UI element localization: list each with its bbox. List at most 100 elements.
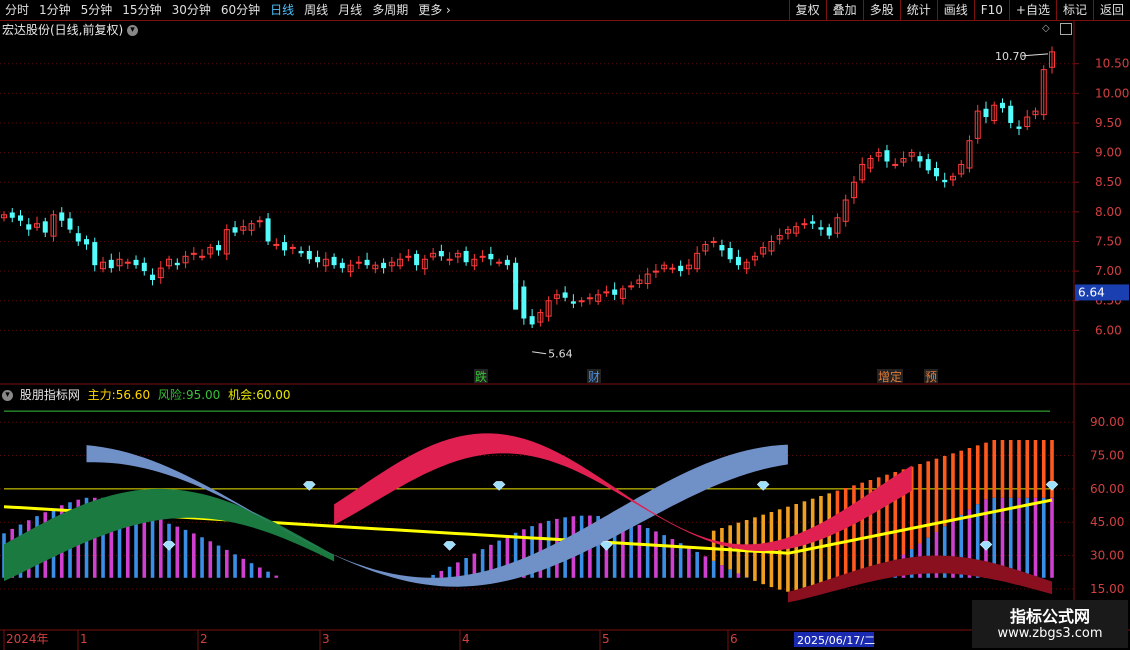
histogram-bar	[43, 512, 48, 578]
time-label: 2	[200, 632, 208, 646]
candle-body	[669, 267, 676, 270]
candle-body	[1008, 105, 1014, 123]
settings-circle-icon[interactable]: ▾	[2, 390, 13, 401]
histogram-bar-overlay	[959, 450, 964, 515]
histogram-bar-overlay	[934, 458, 939, 532]
indicator-tick-label: 75.00	[1090, 449, 1124, 463]
candle-body	[784, 229, 791, 234]
panel-toggle-icon[interactable]	[1060, 23, 1072, 35]
histogram-bar	[249, 563, 254, 578]
histogram-bar	[266, 571, 270, 578]
histogram-bar-overlay	[860, 482, 865, 578]
diamond-icon	[162, 541, 176, 551]
toolbar-button-4[interactable]: 画线	[936, 0, 974, 20]
histogram-bar	[959, 514, 964, 578]
candle-body	[768, 240, 775, 252]
period-tab-3[interactable]: 15分钟	[117, 0, 166, 20]
candle-body	[685, 264, 692, 270]
period-tab-9[interactable]: 多周期	[367, 0, 413, 20]
candle-body	[578, 300, 585, 303]
histogram-bar-overlay	[901, 469, 906, 555]
candle-body	[884, 150, 890, 162]
candle-body	[751, 255, 758, 261]
candle-body	[974, 110, 981, 139]
candle-body	[166, 258, 173, 267]
toolbar-button-0[interactable]: 复权	[788, 0, 826, 20]
price-tick-label: 10.00	[1095, 86, 1129, 100]
candle-body	[273, 243, 280, 246]
candle-body	[471, 258, 478, 267]
candle-body	[818, 227, 824, 230]
candle-body	[586, 297, 593, 300]
period-tab-5[interactable]: 60分钟	[216, 0, 265, 20]
histogram-bar	[670, 539, 675, 578]
diamond-icon	[443, 541, 456, 551]
candle-body	[315, 256, 321, 263]
histogram-bar-overlay	[984, 442, 988, 500]
candle-body	[875, 152, 882, 157]
period-tab-1[interactable]: 1分钟	[34, 0, 76, 20]
indicator-tick-label: 90.00	[1090, 415, 1124, 429]
candle-body	[67, 218, 73, 230]
indicator-tick-label: 45.00	[1090, 515, 1124, 529]
histogram-bar	[621, 520, 625, 578]
candle-body	[513, 280, 519, 310]
histogram-bar	[984, 499, 988, 578]
period-tab-7[interactable]: 周线	[299, 0, 333, 20]
histogram-bar	[505, 536, 510, 578]
histogram-bar	[612, 518, 617, 578]
toolbar-button-2[interactable]: 多股	[862, 0, 900, 20]
toolbar-button-5[interactable]: F10	[973, 0, 1009, 20]
price-tick-label: 9.50	[1095, 116, 1122, 130]
period-tab-8[interactable]: 月线	[333, 0, 367, 20]
chart-canvas[interactable]: 10.70 5.64 10.50 10.00 9.50 9.00 8.50 8.00 7.50…	[0, 0, 1130, 650]
candle-body	[414, 253, 420, 266]
ribbon-band-green	[4, 488, 335, 582]
histogram-bar	[76, 499, 81, 578]
candle-body	[727, 248, 733, 260]
toolbar-button-6[interactable]: +自选	[1008, 0, 1056, 20]
candle-body	[454, 252, 461, 258]
candle-body	[644, 273, 651, 285]
histogram-bar-overlay	[810, 498, 815, 592]
candle-body	[421, 258, 428, 270]
histogram-bar	[489, 544, 493, 578]
histogram-bar	[26, 520, 31, 578]
toolbar-button-3[interactable]: 统计	[899, 0, 937, 20]
indicator-series	[2, 410, 1059, 603]
histogram-bar	[522, 529, 526, 578]
toolbar-button-1[interactable]: 叠加	[825, 0, 863, 20]
period-toolbar: 分时 1分钟 5分钟 15分钟 30分钟 60分钟 日线 周线 月线 多周期 更多 › 复权 叠加 多股…	[0, 0, 1130, 21]
histogram-bar	[720, 565, 724, 578]
mark-button[interactable]: 标记	[1055, 0, 1093, 20]
diamond-icon[interactable]: ◇	[1042, 23, 1050, 34]
histogram-bar-overlay	[827, 493, 831, 589]
low-label: 5.64	[548, 348, 573, 361]
diamond-icon	[600, 541, 613, 551]
histogram-bar-overlay	[786, 506, 790, 592]
histogram-bar	[109, 497, 114, 578]
toolbar-button-7[interactable]: 返回	[1092, 0, 1130, 20]
candle-body	[133, 259, 139, 266]
candle-body	[991, 104, 998, 122]
candle-body	[933, 168, 939, 177]
histogram-bar	[678, 543, 683, 578]
candle-body	[463, 250, 469, 263]
period-tab-0[interactable]: 分时	[0, 0, 34, 20]
chevron-down-icon[interactable]: ▾	[127, 25, 139, 36]
stock-title[interactable]: 宏达股份(日线,前复权) ▾	[2, 21, 141, 38]
candle-body	[50, 214, 57, 237]
event-marker-bg	[587, 369, 601, 383]
indicator-name[interactable]: 股朋指标网	[20, 388, 80, 402]
histogram-bar	[274, 575, 279, 578]
histogram-bar-overlay	[868, 480, 873, 574]
event-marker: 跌	[475, 369, 487, 384]
period-tab-10[interactable]: 更多 ›	[413, 0, 456, 20]
histogram-bar	[1050, 497, 1054, 578]
right-button-group: 复权 叠加 多股 统计 画线 F10 +自选 标记 返回	[788, 0, 1130, 20]
period-tab-6[interactable]: 日线	[265, 0, 299, 20]
period-tab-2[interactable]: 5分钟	[76, 0, 118, 20]
high-label: 10.70	[995, 50, 1027, 63]
period-tab-4[interactable]: 30分钟	[167, 0, 216, 20]
histogram-bar	[68, 502, 72, 578]
